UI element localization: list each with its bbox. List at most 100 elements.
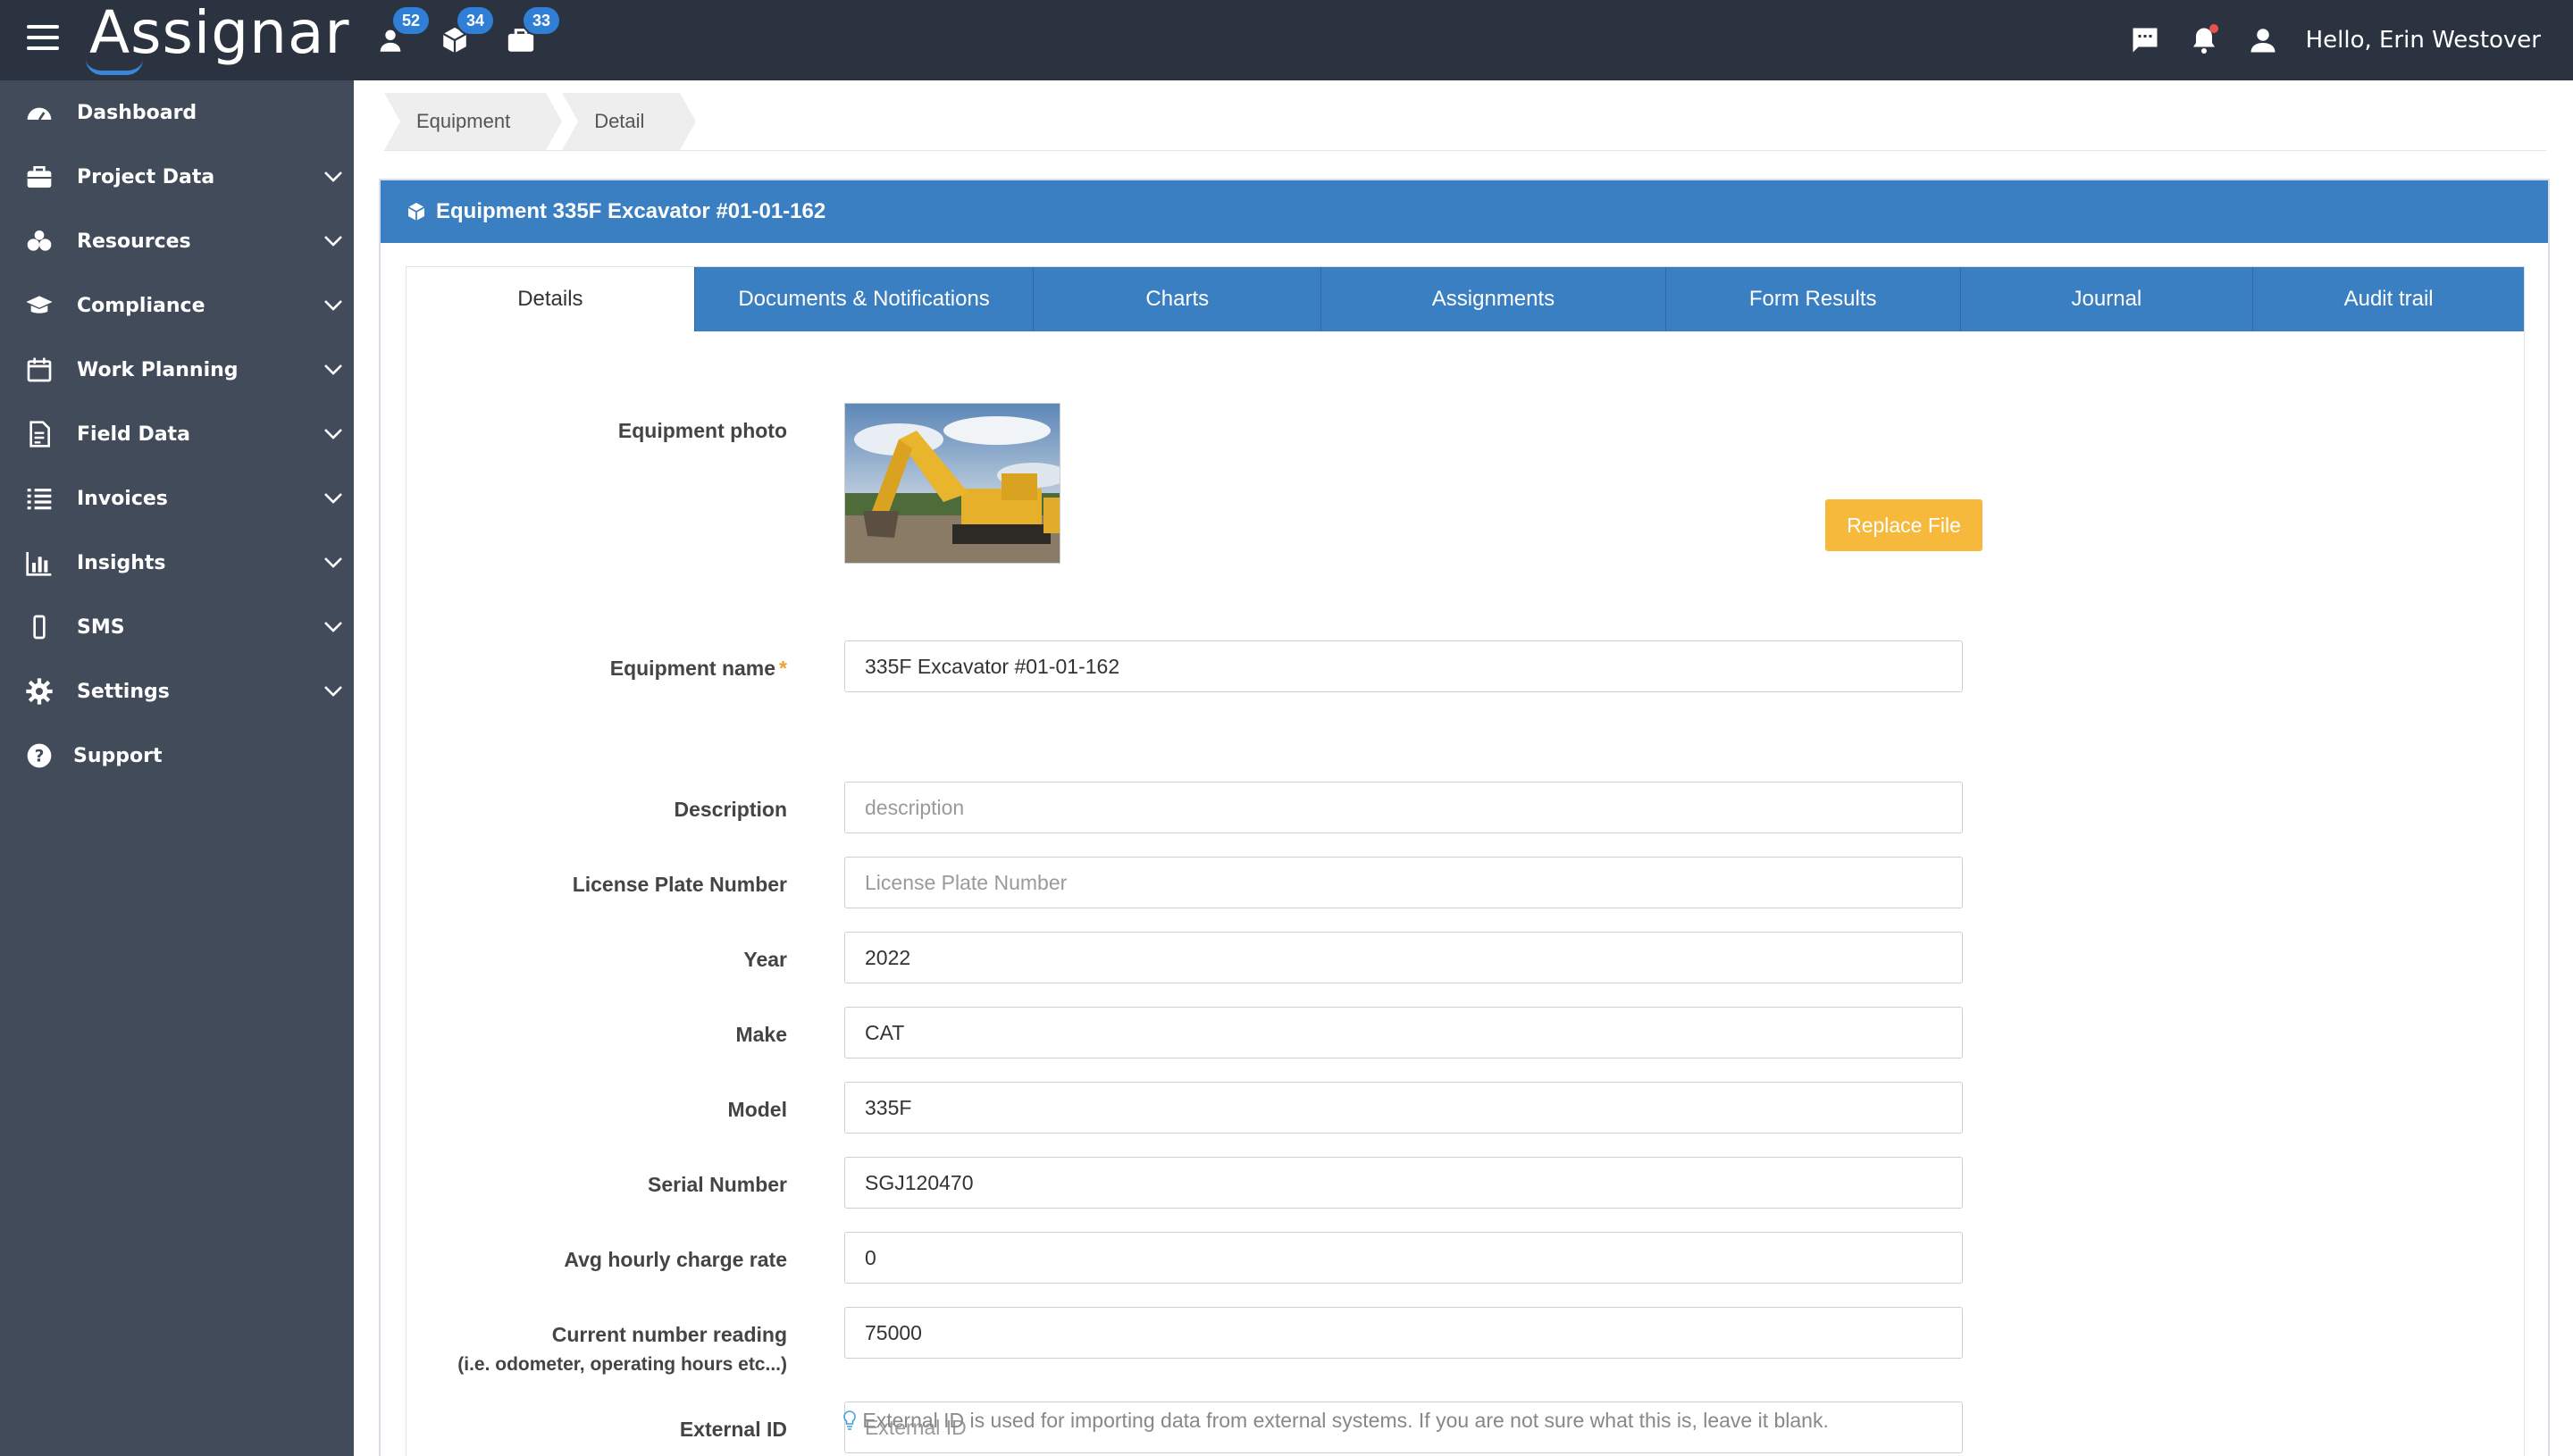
dashboard-icon	[27, 107, 52, 121]
license-plate-input[interactable]	[844, 857, 1963, 908]
equipment-photo[interactable]	[844, 403, 1060, 564]
sidebar-item-label: Compliance	[77, 294, 205, 317]
description-input[interactable]	[844, 782, 1963, 833]
tab-details[interactable]: Details	[406, 267, 694, 331]
panel-title: Equipment 335F Excavator #01-01-162	[436, 199, 826, 223]
hourly-rate-input[interactable]	[844, 1232, 1963, 1284]
sidebar-item-support[interactable]: ? Support	[0, 724, 354, 788]
hourly-rate-label: Avg hourly charge rate	[564, 1248, 787, 1271]
bell-icon[interactable]	[2188, 24, 2220, 56]
sidebar-item-field-data[interactable]: Field Data	[0, 402, 354, 466]
serial-number-input[interactable]	[844, 1157, 1963, 1209]
chevron-down-icon[interactable]	[323, 364, 343, 376]
chat-icon[interactable]	[2129, 24, 2161, 56]
model-label: Model	[727, 1098, 787, 1121]
tabs-container: Details Documents & Notifications Charts…	[406, 266, 2525, 1456]
sidebar-item-compliance[interactable]: Compliance	[0, 273, 354, 338]
equipment-count-badge: 34	[456, 5, 496, 36]
current-reading-sublabel: (i.e. odometer, operating hours etc...)	[457, 1354, 787, 1375]
equipment-shortcut[interactable]: 34	[440, 5, 496, 55]
sidebar-item-label: Project Data	[77, 165, 215, 188]
projects-shortcut[interactable]: 33	[506, 5, 562, 55]
chevron-down-icon[interactable]	[323, 556, 343, 569]
question-icon: ?	[27, 743, 52, 768]
cube-icon	[407, 203, 425, 221]
external-id-help-text: External ID is used for importing data f…	[862, 1409, 1829, 1432]
chevron-down-icon[interactable]	[323, 621, 343, 633]
calendar-icon	[27, 357, 52, 382]
chevron-down-icon[interactable]	[323, 428, 343, 440]
top-bar: Assignar 52 34 33 Hello, Erin Westover	[0, 0, 2573, 80]
year-input[interactable]	[844, 932, 1963, 983]
sidebar-item-label: Work Planning	[77, 358, 239, 381]
bar-chart-icon	[26, 552, 52, 576]
chevron-down-icon[interactable]	[323, 299, 343, 312]
tab-bar: Details Documents & Notifications Charts…	[406, 267, 2524, 331]
sidebar-item-label: Settings	[77, 680, 170, 703]
mobile-icon	[33, 615, 46, 640]
current-reading-label: Current number reading (i.e. odometer, op…	[457, 1323, 787, 1375]
sidebar: Dashboard Project Data Resources Complia…	[0, 80, 354, 1456]
replace-file-button[interactable]: Replace File	[1825, 499, 1982, 551]
external-id-label: External ID	[679, 1418, 787, 1441]
required-mark: *	[779, 657, 787, 680]
make-input[interactable]	[844, 1007, 1963, 1059]
logo-swoosh	[86, 59, 143, 75]
graduation-cap-icon	[26, 296, 53, 314]
sidebar-item-dashboard[interactable]: Dashboard	[0, 80, 354, 145]
tab-form-results[interactable]: Form Results	[1664, 267, 1960, 331]
people-shortcut[interactable]: 52	[375, 5, 432, 55]
panel-header: Equipment 335F Excavator #01-01-162	[381, 180, 2548, 243]
chevron-down-icon[interactable]	[323, 685, 343, 698]
sidebar-item-sms[interactable]: SMS	[0, 595, 354, 659]
sidebar-item-insights[interactable]: Insights	[0, 531, 354, 595]
equipment-panel: Equipment 335F Excavator #01-01-162 Deta…	[379, 179, 2550, 1456]
projects-count-badge: 33	[522, 5, 562, 36]
sidebar-item-resources[interactable]: Resources	[0, 209, 354, 273]
breadcrumb-equipment[interactable]: Equipment	[384, 93, 563, 150]
tab-journal[interactable]: Journal	[1959, 267, 2253, 331]
photo-label: Equipment photo	[617, 419, 787, 442]
sidebar-item-label: Resources	[77, 230, 191, 253]
lightbulb-icon	[843, 1410, 856, 1430]
chevron-down-icon[interactable]	[323, 492, 343, 505]
document-icon	[29, 421, 50, 448]
sidebar-item-settings[interactable]: Settings	[0, 659, 354, 724]
year-label: Year	[743, 948, 787, 971]
main-content: Equipment Detail Equipment 335F Excavato…	[354, 80, 2573, 1456]
sidebar-item-invoices[interactable]: Invoices	[0, 466, 354, 531]
chevron-down-icon[interactable]	[323, 235, 343, 247]
current-reading-input[interactable]	[844, 1307, 1963, 1359]
sidebar-item-label: Invoices	[77, 487, 168, 510]
equipment-name-input[interactable]	[844, 640, 1963, 692]
description-label: Description	[674, 798, 787, 821]
tab-documents-notifications[interactable]: Documents & Notifications	[693, 267, 1034, 331]
model-input[interactable]	[844, 1082, 1963, 1134]
menu-icon[interactable]	[27, 25, 59, 54]
external-id-help: External ID is used for importing data f…	[842, 1409, 1829, 1433]
logo[interactable]: Assignar	[89, 0, 350, 66]
user-greeting[interactable]: Hello, Erin Westover	[2306, 27, 2541, 54]
people-count-badge: 52	[391, 5, 432, 36]
chevron-down-icon[interactable]	[323, 171, 343, 183]
svg-text:?: ?	[35, 748, 45, 766]
sidebar-item-label: SMS	[77, 615, 125, 639]
tab-charts[interactable]: Charts	[1033, 267, 1321, 331]
excavator-photo-image	[845, 404, 1060, 563]
breadcrumb-detail: Detail	[562, 93, 697, 150]
sidebar-item-label: Insights	[77, 551, 166, 574]
sidebar-item-work-planning[interactable]: Work Planning	[0, 338, 354, 402]
sidebar-item-label: Field Data	[77, 423, 190, 446]
briefcase-icon	[27, 166, 52, 188]
notification-dot	[2208, 24, 2218, 33]
equipment-name-label: Equipment name *	[609, 657, 787, 680]
list-icon	[27, 489, 52, 510]
tab-audit-trail[interactable]: Audit trail	[2252, 267, 2524, 331]
sidebar-item-label: Dashboard	[77, 101, 197, 124]
breadcrumb: Equipment Detail	[384, 93, 697, 150]
user-area: Hello, Erin Westover	[2129, 0, 2541, 80]
tab-assignments[interactable]: Assignments	[1320, 267, 1665, 331]
user-icon[interactable]	[2247, 24, 2279, 56]
license-plate-label: License Plate Number	[572, 873, 787, 896]
sidebar-item-project-data[interactable]: Project Data	[0, 145, 354, 209]
